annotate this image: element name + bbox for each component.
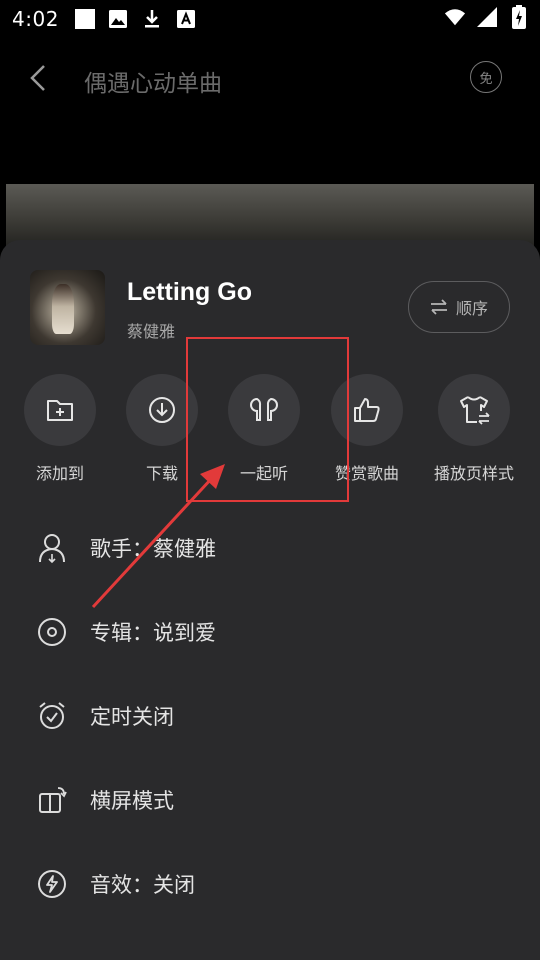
status-icons-left bbox=[74, 8, 197, 30]
player-style-circle bbox=[438, 374, 510, 446]
alarm-clock-icon bbox=[36, 700, 68, 732]
earbuds-icon bbox=[250, 397, 278, 421]
menu-item-singer[interactable]: 歌手：蔡健雅 bbox=[36, 518, 506, 578]
font-app-icon bbox=[175, 8, 197, 30]
download-circle-icon bbox=[149, 397, 175, 423]
tip-song-button[interactable]: 赞赏歌曲 bbox=[317, 374, 417, 484]
menu-item-sleep-timer[interactable]: 定时关闭 bbox=[36, 686, 506, 746]
play-order-button[interactable]: 顺序 bbox=[408, 281, 510, 333]
status-time: 4:02 bbox=[12, 7, 59, 31]
menu-label-sound-effect: 音效：关闭 bbox=[90, 873, 195, 897]
status-bar: 4:02 bbox=[0, 0, 540, 38]
sound-effect-icon bbox=[36, 868, 68, 900]
add-to-label: 添加到 bbox=[35, 464, 84, 483]
landscape-rotate-icon bbox=[36, 784, 68, 816]
menu-label-sleep-timer: 定时关闭 bbox=[90, 705, 174, 729]
tip-song-label: 赞赏歌曲 bbox=[334, 464, 399, 483]
tip-song-circle bbox=[331, 374, 403, 446]
menu-label-singer: 歌手：蔡健雅 bbox=[90, 537, 216, 561]
album-cover bbox=[30, 270, 105, 345]
listen-together-label: 一起听 bbox=[239, 464, 288, 483]
thumbs-up-icon bbox=[354, 398, 380, 422]
singer-icon bbox=[36, 532, 68, 564]
battery-charging-icon bbox=[508, 5, 530, 29]
song-header: Letting Go 蔡健雅 顺序 bbox=[30, 270, 510, 346]
cover-figure bbox=[52, 284, 74, 334]
download-label: 下载 bbox=[145, 464, 178, 483]
action-row: 添加到 下载 一起听 赞赏歌曲 播放页样式 bbox=[0, 374, 540, 484]
page-title: 偶遇心动单曲 bbox=[84, 71, 222, 97]
square-notification-icon bbox=[74, 9, 95, 29]
player-style-button[interactable]: 播放页样式 bbox=[424, 374, 524, 484]
listen-together-button[interactable]: 一起听 bbox=[214, 374, 314, 484]
download-circle bbox=[126, 374, 198, 446]
add-to-circle bbox=[24, 374, 96, 446]
album-disc-icon bbox=[36, 616, 68, 648]
menu-item-album[interactable]: 专辑：说到爱 bbox=[36, 602, 506, 662]
folder-add-icon bbox=[47, 400, 73, 421]
status-icons-right bbox=[444, 5, 530, 29]
add-to-button[interactable]: 添加到 bbox=[10, 374, 110, 484]
menu-label-album: 专辑：说到爱 bbox=[90, 621, 216, 645]
download-button[interactable]: 下载 bbox=[112, 374, 212, 484]
top-bar: 偶遇心动单曲 免 bbox=[0, 50, 540, 106]
menu-item-landscape[interactable]: 横屏模式 bbox=[36, 770, 506, 830]
back-button[interactable] bbox=[22, 58, 54, 98]
tshirt-swap-icon bbox=[460, 396, 490, 425]
song-artist[interactable]: 蔡健雅 bbox=[127, 318, 175, 342]
play-order-label: 顺序 bbox=[455, 299, 488, 318]
free-badge[interactable]: 免 bbox=[470, 61, 502, 93]
download-icon bbox=[141, 8, 163, 30]
song-title: Letting Go bbox=[127, 278, 252, 306]
wifi-icon bbox=[444, 6, 466, 28]
more-actions-sheet: Letting Go 蔡健雅 顺序 添加到 下载 一起听 赞赏歌曲 播放页样式 … bbox=[0, 240, 540, 960]
chevron-left-icon bbox=[30, 65, 45, 91]
signal-icon bbox=[476, 6, 498, 28]
image-icon bbox=[107, 8, 129, 30]
order-arrows-icon bbox=[430, 299, 447, 315]
menu-label-landscape: 横屏模式 bbox=[90, 789, 174, 813]
menu-item-sound-effect[interactable]: 音效：关闭 bbox=[36, 854, 506, 914]
listen-together-circle bbox=[228, 374, 300, 446]
player-style-label: 播放页样式 bbox=[433, 464, 514, 483]
